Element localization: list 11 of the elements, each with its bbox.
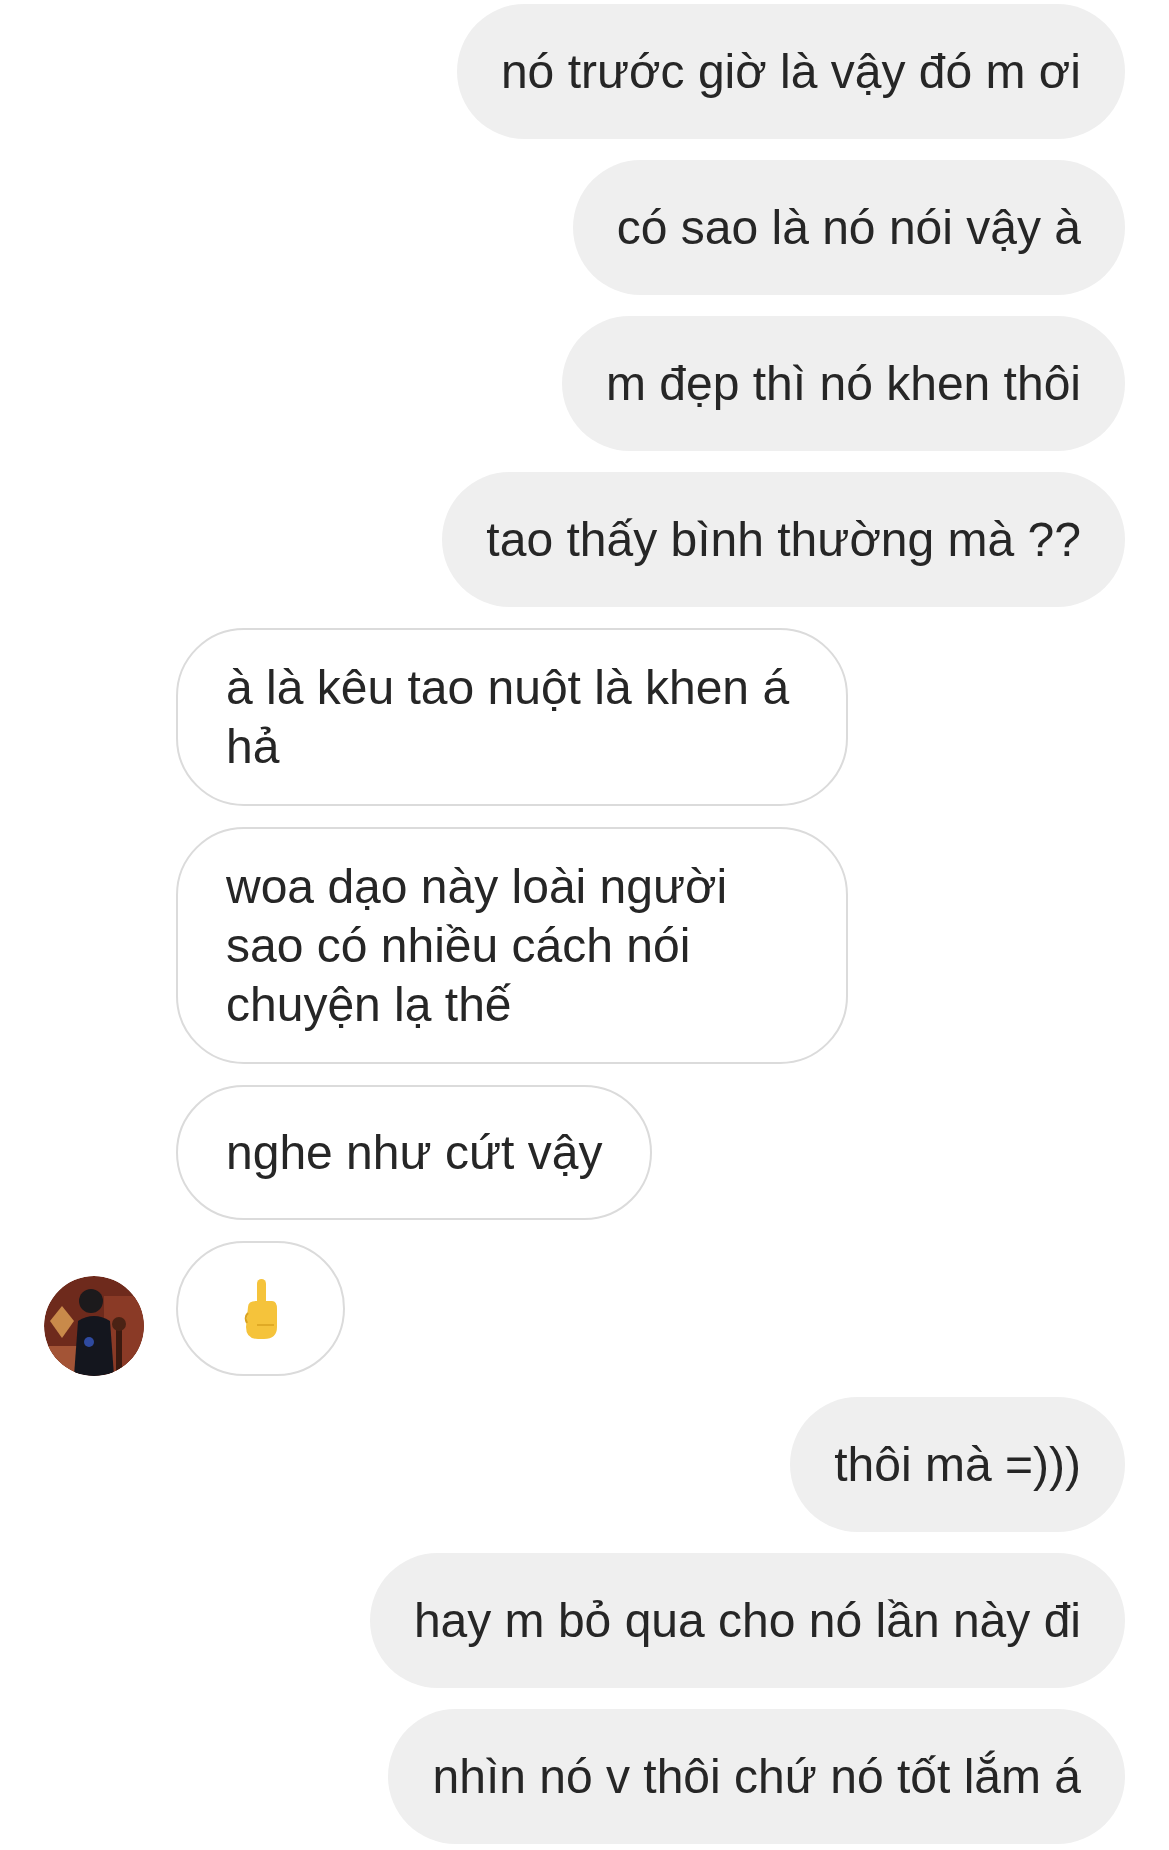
message-bubble: nghe như cứt vậy [176,1085,653,1220]
message-bubble: tao thấy bình thường mà ?? [442,472,1125,607]
message-bubble: có sao là nó nói vậy à [572,160,1125,295]
message-bubble: à là kêu tao nuột là khen á hả [176,628,848,806]
message-bubble: thôi mà =))) [790,1397,1125,1532]
message-bubble: nhìn nó v thôi chứ nó tốt lắm á [388,1709,1125,1844]
message-bubble: woa dạo này loài người sao có nhiều cách nói chuyện lạ thế [176,827,848,1064]
message-bubble: m đẹp thì nó khen thôi [562,316,1125,451]
message-bubble: nó trước giờ là vậy đó m ơi [456,4,1125,139]
message-bubble: hay m bỏ qua cho nó lần này đi [369,1553,1125,1688]
middle-finger-icon [243,1278,278,1339]
